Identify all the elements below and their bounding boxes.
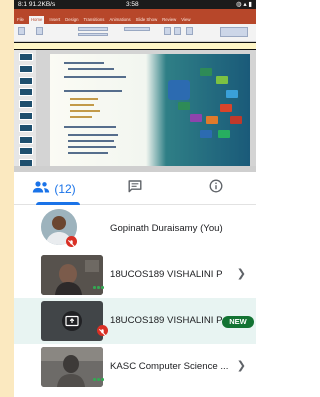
slide-shape [226, 90, 238, 98]
ppt-tab[interactable]: Home [28, 16, 45, 24]
update-notice [14, 43, 256, 49]
slide-shape [216, 76, 228, 84]
status-bar: 8:1 91.2KB/s 3:58 ◍ ▴ ▮ [14, 0, 256, 9]
meet-screen: 8:1 91.2KB/s 3:58 ◍ ▴ ▮ File Home Insert De… [0, 0, 263, 397]
meet-tab-row: (12) [14, 172, 256, 205]
tab-info[interactable] [176, 172, 256, 205]
slide-thumbnail[interactable] [19, 100, 33, 109]
participant-name: 18UCOS189 VISHALINI P [110, 269, 223, 280]
clock: 3:58 [126, 1, 139, 8]
shared-screen[interactable]: 8:1 91.2KB/s 3:58 ◍ ▴ ▮ File Home Insert De… [14, 0, 256, 172]
mic-off-icon [66, 236, 77, 247]
paste-icon [18, 27, 25, 35]
slide-thumbnail[interactable] [19, 112, 33, 120]
chevron-right-icon[interactable]: ❯ [237, 267, 246, 280]
present-screen-icon [62, 311, 82, 331]
slide-shape [178, 102, 190, 110]
arrange-icon [174, 27, 181, 35]
slide-text-line [70, 104, 94, 106]
ppt-tab[interactable]: Review [162, 16, 176, 24]
slide-shape [230, 116, 242, 124]
new-badge: NEW [222, 316, 254, 328]
slide-thumbnail[interactable] [19, 53, 33, 61]
slide-text-line [64, 76, 126, 78]
participant-row[interactable]: KASC Computer Science ... ❯ [14, 344, 256, 390]
slide-thumbnail[interactable] [19, 135, 33, 144]
slide-canvas [36, 50, 256, 172]
people-count: (12) [54, 181, 76, 196]
slide-text-line [64, 62, 104, 64]
info-icon [209, 179, 223, 198]
slide-thumbnail[interactable] [19, 76, 33, 85]
phone-screen: 8:1 91.2KB/s 3:58 ◍ ▴ ▮ File Home Insert De… [14, 0, 256, 397]
slide-shape [220, 104, 232, 112]
editing-icon [220, 27, 248, 37]
left-edge [0, 0, 14, 397]
shapes-icon [164, 27, 171, 35]
participants-list: Gopinath Duraisamy (You) 18UCOS189 VISHA… [14, 206, 256, 397]
slide [50, 54, 250, 166]
slide-thumbnail[interactable] [19, 64, 33, 73]
chat-icon [128, 179, 142, 198]
slide-thumbnails [14, 50, 36, 172]
video-tile [41, 301, 103, 341]
mic-off-icon [97, 325, 108, 336]
video-tile [41, 255, 103, 295]
slide-shape [218, 130, 230, 138]
slide-shape [206, 116, 218, 124]
participant-row[interactable]: 18UCOS189 VISHALINI P ❯ [14, 252, 256, 298]
ppt-tab[interactable]: Slide Show [136, 16, 158, 24]
participant-name: 18UCOS189 VISHALINI P [110, 315, 223, 326]
network-speed: 8:1 91.2KB/s [18, 1, 56, 8]
speaking-dots [93, 286, 104, 289]
slide-thumbnail[interactable] [19, 123, 33, 132]
slide-text-line [68, 152, 108, 154]
slide-text-line [68, 134, 118, 136]
cloud-graphic [168, 80, 190, 100]
slide-shape [200, 68, 212, 76]
styles-icon [186, 27, 193, 35]
participant-row[interactable]: 18UCOS189 VISHALINI P NEW [14, 298, 256, 344]
ppt-tab[interactable]: Design [65, 16, 78, 24]
slide-text-line [70, 98, 98, 100]
slide-text-line [64, 126, 116, 128]
ppt-titlebar [14, 9, 256, 16]
slide-text-line [70, 116, 92, 118]
participant-name: KASC Computer Science ... [110, 361, 229, 372]
font-box-icon [78, 27, 108, 31]
participant-name: Gopinath Duraisamy (You) [110, 223, 223, 234]
people-icon [32, 180, 50, 198]
tab-people[interactable]: (12) [14, 172, 94, 205]
slide-shape [200, 130, 212, 138]
ppt-tab[interactable]: Animations [109, 16, 130, 24]
slide-text-line [70, 110, 100, 112]
ppt-tab[interactable]: Insert [49, 16, 60, 24]
slide-text-line [68, 140, 114, 142]
ppt-tab[interactable]: File [17, 16, 24, 24]
paragraph-icon [124, 27, 150, 31]
ppt-tab[interactable]: Transitions [84, 16, 105, 24]
slide-shape [190, 114, 202, 122]
tab-chat[interactable] [94, 172, 176, 205]
status-icons: ◍ ▴ ▮ [235, 1, 252, 8]
slide-thumbnail[interactable] [19, 147, 33, 156]
slide-thumbnail[interactable] [19, 88, 33, 97]
slide-text-line [68, 146, 116, 148]
participant-row[interactable]: Gopinath Duraisamy (You) [14, 206, 256, 252]
video-tile [41, 347, 103, 387]
slide-text-line [68, 68, 114, 70]
active-tab-indicator [36, 202, 80, 205]
font-style-icon [78, 33, 108, 36]
ppt-tab[interactable]: View [181, 16, 190, 24]
ppt-ribbon [14, 24, 256, 42]
speaking-dots [93, 378, 104, 381]
ppt-ribbon-tabs: File Home Insert Design Transitions Animation… [14, 16, 256, 24]
slide-text-line [64, 90, 122, 92]
new-slide-icon [36, 27, 43, 35]
chevron-right-icon[interactable]: ❯ [237, 359, 246, 372]
